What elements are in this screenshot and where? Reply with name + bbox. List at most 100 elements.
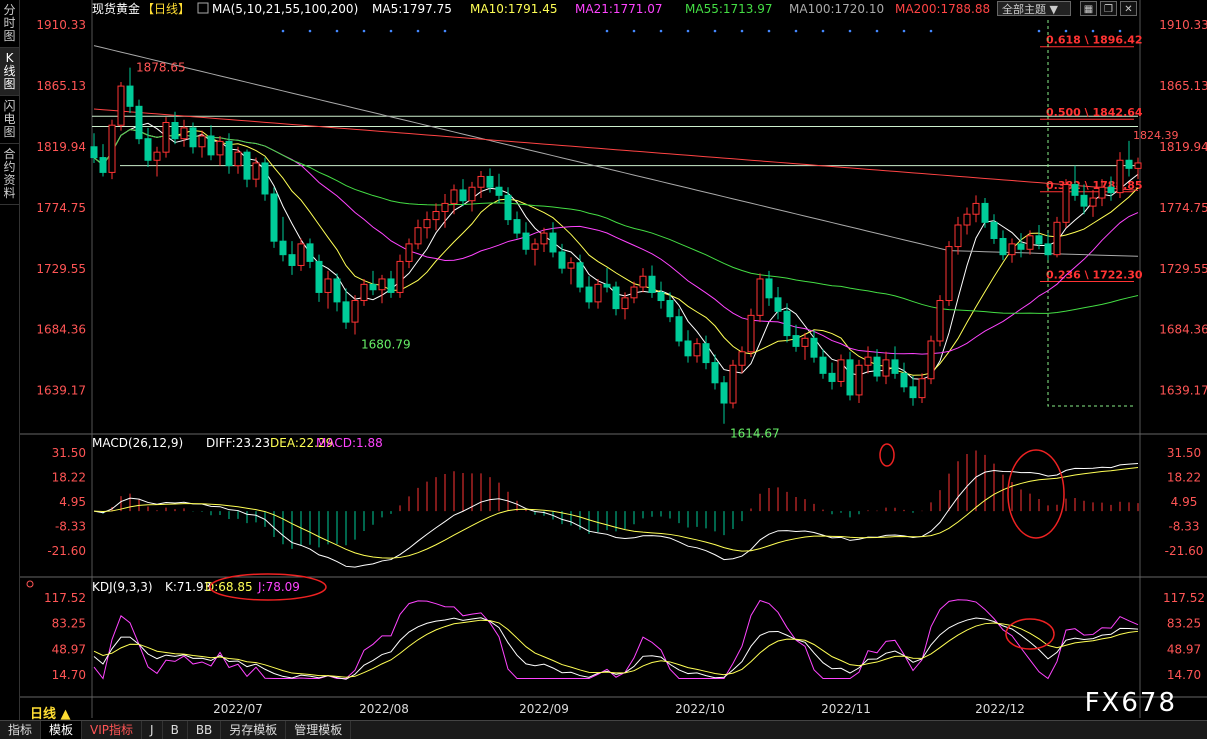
candle-body — [828, 372, 836, 382]
signal-dot — [875, 29, 879, 33]
candle-body — [648, 275, 656, 293]
ma-value-0: MA5:1797.75 — [372, 2, 452, 16]
candle-body — [675, 316, 683, 342]
macd-axis-left-2: 4.95 — [59, 495, 86, 509]
candle-body — [504, 194, 512, 221]
candle-body — [495, 186, 503, 196]
candle-body — [801, 337, 809, 347]
settings-icon — [26, 580, 34, 588]
candle-body — [1071, 184, 1079, 196]
candle-body — [1125, 159, 1133, 169]
candle-body — [162, 122, 170, 153]
fib-label-1: 0.500 \ 1842.64 — [1046, 106, 1143, 119]
sidebar-tab-3[interactable]: 合约资料 — [0, 144, 19, 205]
signal-dot — [281, 29, 285, 33]
candle-body — [981, 202, 989, 223]
candle-body — [198, 135, 206, 148]
toolbar-button-0[interactable]: 指标 — [0, 721, 42, 739]
candle-body — [729, 364, 737, 404]
candle-body — [603, 283, 611, 288]
candle-body — [171, 122, 179, 140]
ma-line-10 — [93, 128, 1139, 376]
candle-body — [900, 372, 908, 388]
signal-dot — [443, 29, 447, 33]
candle-body — [720, 382, 728, 404]
candle-body — [864, 356, 872, 366]
candle-body — [288, 254, 296, 266]
candle-body — [873, 356, 881, 377]
x-axis-label-3: 2022/10 — [675, 702, 725, 716]
candle-body — [414, 227, 422, 245]
bottom-toolbar: 指标 模板 VIP指标 J B BB 另存模板 管理模板 — [0, 720, 1207, 739]
highlight-circle-peak — [879, 443, 895, 467]
kdj-axis-right-2: 48.97 — [1167, 642, 1201, 656]
toolbar-button-5[interactable]: BB — [188, 721, 222, 739]
toolbar-button-7[interactable]: 管理模板 — [286, 721, 352, 739]
candle-body — [594, 283, 602, 303]
candle-body — [243, 151, 251, 180]
candle-body — [1107, 186, 1115, 194]
toolbar-button-4[interactable]: B — [163, 721, 188, 739]
candle-body — [1017, 243, 1025, 250]
kdj-title: KDJ(9,3,3) — [92, 580, 153, 594]
price-axis-right-6: 1639.17 — [1159, 384, 1207, 398]
price-axis-left-3: 1774.75 — [36, 201, 86, 215]
candle-body — [333, 278, 341, 303]
sidebar-tab-2[interactable]: 闪电图 — [0, 96, 19, 144]
toolbar-button-2[interactable]: VIP指标 — [82, 721, 143, 739]
ma-value-2: MA21:1771.07 — [575, 2, 663, 16]
candle-body — [585, 286, 593, 303]
close-icon[interactable]: ✕ — [1120, 1, 1137, 16]
watermark-logo: FX678 — [1084, 688, 1177, 718]
candle-body — [990, 221, 998, 239]
kdj-axis-left-0: 117.52 — [44, 591, 86, 605]
candle-body — [630, 286, 638, 299]
toolbar-button-6[interactable]: 另存模板 — [221, 721, 287, 739]
candle-body — [396, 260, 404, 293]
restore-icon[interactable]: ❐ — [1100, 1, 1117, 16]
annotation-recent-high: 1824.39 — [1133, 129, 1179, 142]
candle-body — [963, 213, 971, 226]
price-axis-right-3: 1774.75 — [1159, 201, 1207, 215]
candle-body — [612, 286, 620, 310]
theme-select[interactable]: 全部主题 ▼ — [997, 1, 1071, 16]
candle-body — [351, 300, 359, 323]
candle-body — [1062, 184, 1070, 223]
sidebar-tab-1[interactable]: K线图 — [0, 48, 19, 96]
candle-body — [774, 297, 782, 312]
fib-label-0: 0.618 \ 1896.42 — [1046, 34, 1143, 47]
kdj-d-line — [93, 619, 1139, 678]
candle-body — [135, 105, 143, 140]
signal-dot — [686, 29, 690, 33]
kdj-axis-right-0: 117.52 — [1163, 591, 1205, 605]
kdj-j: J:78.09 — [257, 580, 300, 594]
grid-icon[interactable]: ▦ — [1080, 1, 1097, 16]
candle-body — [387, 278, 395, 293]
candle-body — [297, 243, 305, 266]
candle-body — [1098, 186, 1106, 199]
candle-body — [702, 343, 710, 364]
ma-value-4: MA100:1720.10 — [789, 2, 884, 16]
sidebar-tab-0[interactable]: 分时图 — [0, 0, 19, 48]
candle-body — [369, 283, 377, 291]
candle-body — [108, 124, 116, 173]
price-axis-left-5: 1684.36 — [36, 323, 86, 337]
toolbar-button-3[interactable]: J — [142, 721, 163, 739]
candle-body — [234, 151, 242, 167]
macd-axis-left-0: 31.50 — [52, 446, 86, 460]
signal-dot — [767, 29, 771, 33]
candle-body — [315, 260, 323, 293]
toolbar-button-1[interactable]: 模板 — [41, 721, 83, 739]
price-axis-right-4: 1729.55 — [1159, 262, 1207, 276]
candle-body — [666, 300, 674, 318]
price-axis-right-0: 1910.33 — [1159, 18, 1207, 32]
candle-body — [846, 359, 854, 396]
signal-dot — [794, 29, 798, 33]
price-axis-right-2: 1819.94 — [1159, 140, 1207, 154]
candle-body — [468, 186, 476, 202]
kdj-k-line — [93, 617, 1139, 680]
chart-canvas[interactable]: 现货黄金 【日线】 MA(5,10,21,55,100,200) MA5:1797.7… — [20, 0, 1207, 720]
candle-body — [693, 343, 701, 357]
candle-body — [279, 240, 287, 256]
candle-body — [225, 140, 233, 167]
